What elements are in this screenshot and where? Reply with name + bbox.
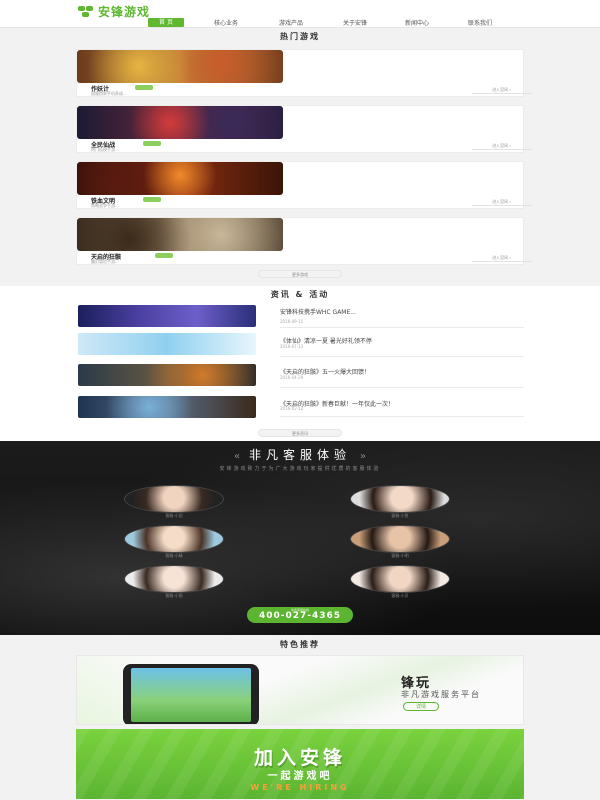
game-desc: 国服首款手机养成...: [91, 91, 127, 96]
agent-card: 客服·小田: [124, 485, 224, 518]
more-games-button[interactable]: 更多游戏: [258, 270, 342, 278]
phone-screen: [131, 668, 251, 722]
news-title[interactable]: 安锋科技携手WHC GAME...: [280, 307, 356, 316]
customer-service-section: « 非凡客服体验 » 安锋游戏致力于为广大游戏玩家提供优质的客服体验 客服·小田…: [0, 441, 600, 635]
game-banner-image[interactable]: [77, 218, 283, 251]
agent-card: 客服·小雨: [124, 565, 224, 598]
game-website-link[interactable]: 进入官网 ›: [472, 199, 532, 206]
news-divider: [280, 416, 524, 417]
agent-avatar: [350, 525, 450, 553]
feature-slogan: 非凡游戏服务平台: [401, 690, 481, 699]
game-banner-image[interactable]: [77, 106, 283, 139]
game-desc: 策略战争手游...: [91, 203, 119, 208]
agent-avatar: [124, 565, 224, 593]
agent-avatar: [124, 525, 224, 553]
news-section-title: 资讯 & 活动: [270, 290, 330, 299]
news-date: 2016-09-15: [280, 319, 304, 324]
nav-about[interactable]: 关于安锋: [337, 18, 373, 27]
service-subtitle: 安锋游戏致力于为广大游戏玩家提供优质的客服体验: [219, 466, 381, 472]
news-section: 资讯 & 活动 安锋科技携手WHC GAME... 2016-09-15 《体仙…: [0, 286, 600, 441]
hiring-banner[interactable]: 加入安锋 一起游戏吧 WE'RE HIRING: [76, 729, 524, 799]
agent-name: 客服·小晴: [165, 553, 183, 558]
news-date: 2016-04-29: [280, 375, 304, 380]
news-thumbnail[interactable]: [78, 396, 256, 418]
quote-open-icon: «: [234, 451, 241, 462]
hiring-subtitle: 一起游戏吧: [267, 771, 333, 782]
agent-name: 客服·小田: [165, 513, 183, 518]
feature-banner[interactable]: 锋玩 非凡游戏服务平台 详情: [76, 655, 524, 725]
nav-home[interactable]: 首 页: [148, 18, 184, 27]
news-date: 2016-07-13: [280, 344, 304, 349]
hotline-button[interactable]: 免费客服热线 400-027-4365: [247, 607, 353, 623]
game-desc: 魔幻冒险手游...: [91, 259, 119, 264]
logo-text: 安锋游戏: [98, 5, 151, 19]
service-title-text: 非凡客服体验: [248, 448, 351, 462]
site-header: 安锋游戏 首 页 核心业务 游戏产品 关于安锋 新闻中心 联系我们: [0, 0, 600, 28]
game-website-link[interactable]: 进入官网 ›: [472, 143, 532, 150]
game-tag: [135, 85, 153, 90]
game-desc: 热门仙侠手游...: [91, 147, 119, 152]
news-thumbnail[interactable]: [78, 364, 256, 386]
news-date: 2016-02-12: [280, 406, 304, 411]
agent-name: 客服·小明: [391, 553, 409, 558]
phone-mockup-image: [123, 664, 259, 724]
games-section-title: 热门游戏: [280, 32, 320, 41]
agent-name: 客服·小鱼: [391, 513, 409, 518]
agent-card: 客服·小晴: [124, 525, 224, 558]
game-website-link[interactable]: 进入官网 ›: [472, 87, 532, 94]
news-thumbnail[interactable]: [78, 333, 256, 355]
game-website-link[interactable]: 进入官网 ›: [472, 255, 532, 262]
agent-name: 客服·小贝: [391, 593, 409, 598]
agent-card: 客服·小鱼: [350, 485, 450, 518]
agent-name: 客服·小雨: [165, 593, 183, 598]
news-divider: [280, 356, 524, 357]
agent-avatar: [124, 485, 224, 513]
features-section-title: 特色推荐: [280, 640, 320, 649]
nav-products[interactable]: 游戏产品: [273, 18, 309, 27]
game-card[interactable]: 作妖计 国服首款手机养成... 进入官网 ›: [76, 49, 532, 97]
agent-card: 客服·小明: [350, 525, 450, 558]
more-news-button[interactable]: 更多资讯: [258, 429, 342, 437]
hiring-title: 加入安锋: [253, 747, 346, 769]
logo-icon: [78, 5, 94, 18]
hotline-number: 400-027-4365: [258, 611, 342, 621]
feature-details-button[interactable]: 详情: [403, 702, 439, 711]
hiring-english: WE'RE HIRING: [250, 783, 350, 792]
main-nav: 首 页 核心业务 游戏产品 关于安锋 新闻中心 联系我们: [148, 18, 510, 28]
news-thumbnail[interactable]: [78, 305, 256, 327]
nav-contact[interactable]: 联系我们: [462, 18, 498, 27]
game-tag: [143, 141, 161, 146]
agent-card: 客服·小贝: [350, 565, 450, 598]
game-tag: [155, 253, 173, 258]
nav-business[interactable]: 核心业务: [208, 18, 244, 27]
game-card[interactable]: 天启的狂骸 魔幻冒险手游... 进入官网 ›: [76, 217, 532, 265]
nav-news[interactable]: 新闻中心: [399, 18, 435, 27]
agent-avatar: [350, 565, 450, 593]
service-title: « 非凡客服体验 »: [0, 446, 600, 463]
game-banner-image[interactable]: [77, 50, 283, 83]
game-card[interactable]: 铁血文明 策略战争手游... 进入官网 ›: [76, 161, 532, 209]
game-tag: [143, 197, 161, 202]
news-divider: [280, 327, 524, 328]
news-divider: [280, 387, 524, 388]
agent-avatar: [350, 485, 450, 513]
logo[interactable]: 安锋游戏: [78, 3, 150, 20]
quote-close-icon: »: [359, 451, 366, 462]
game-banner-image[interactable]: [77, 162, 283, 195]
game-card[interactable]: 全民仙战 热门仙侠手游... 进入官网 ›: [76, 105, 532, 153]
